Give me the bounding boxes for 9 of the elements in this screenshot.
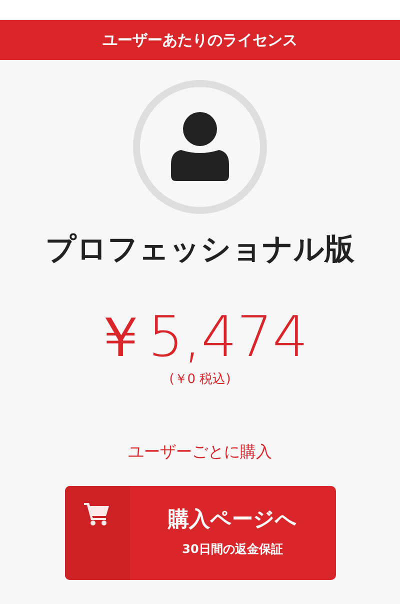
tax-note: (￥0 税込) — [169, 371, 231, 389]
cart-icon — [84, 502, 110, 526]
per-user-note: ユーザーごとに購入 — [128, 440, 272, 462]
price: ￥5,474 — [92, 310, 308, 366]
avatar-icon — [133, 80, 267, 214]
guarantee-note: 30日間の返金保証 — [182, 541, 283, 558]
purchase-button[interactable]: 購入ページへ 30日間の返金保証 — [64, 486, 336, 580]
license-banner: ユーザーあたりのライセンス — [0, 20, 400, 60]
plan-name: プロフェッショナル版 — [46, 232, 354, 268]
